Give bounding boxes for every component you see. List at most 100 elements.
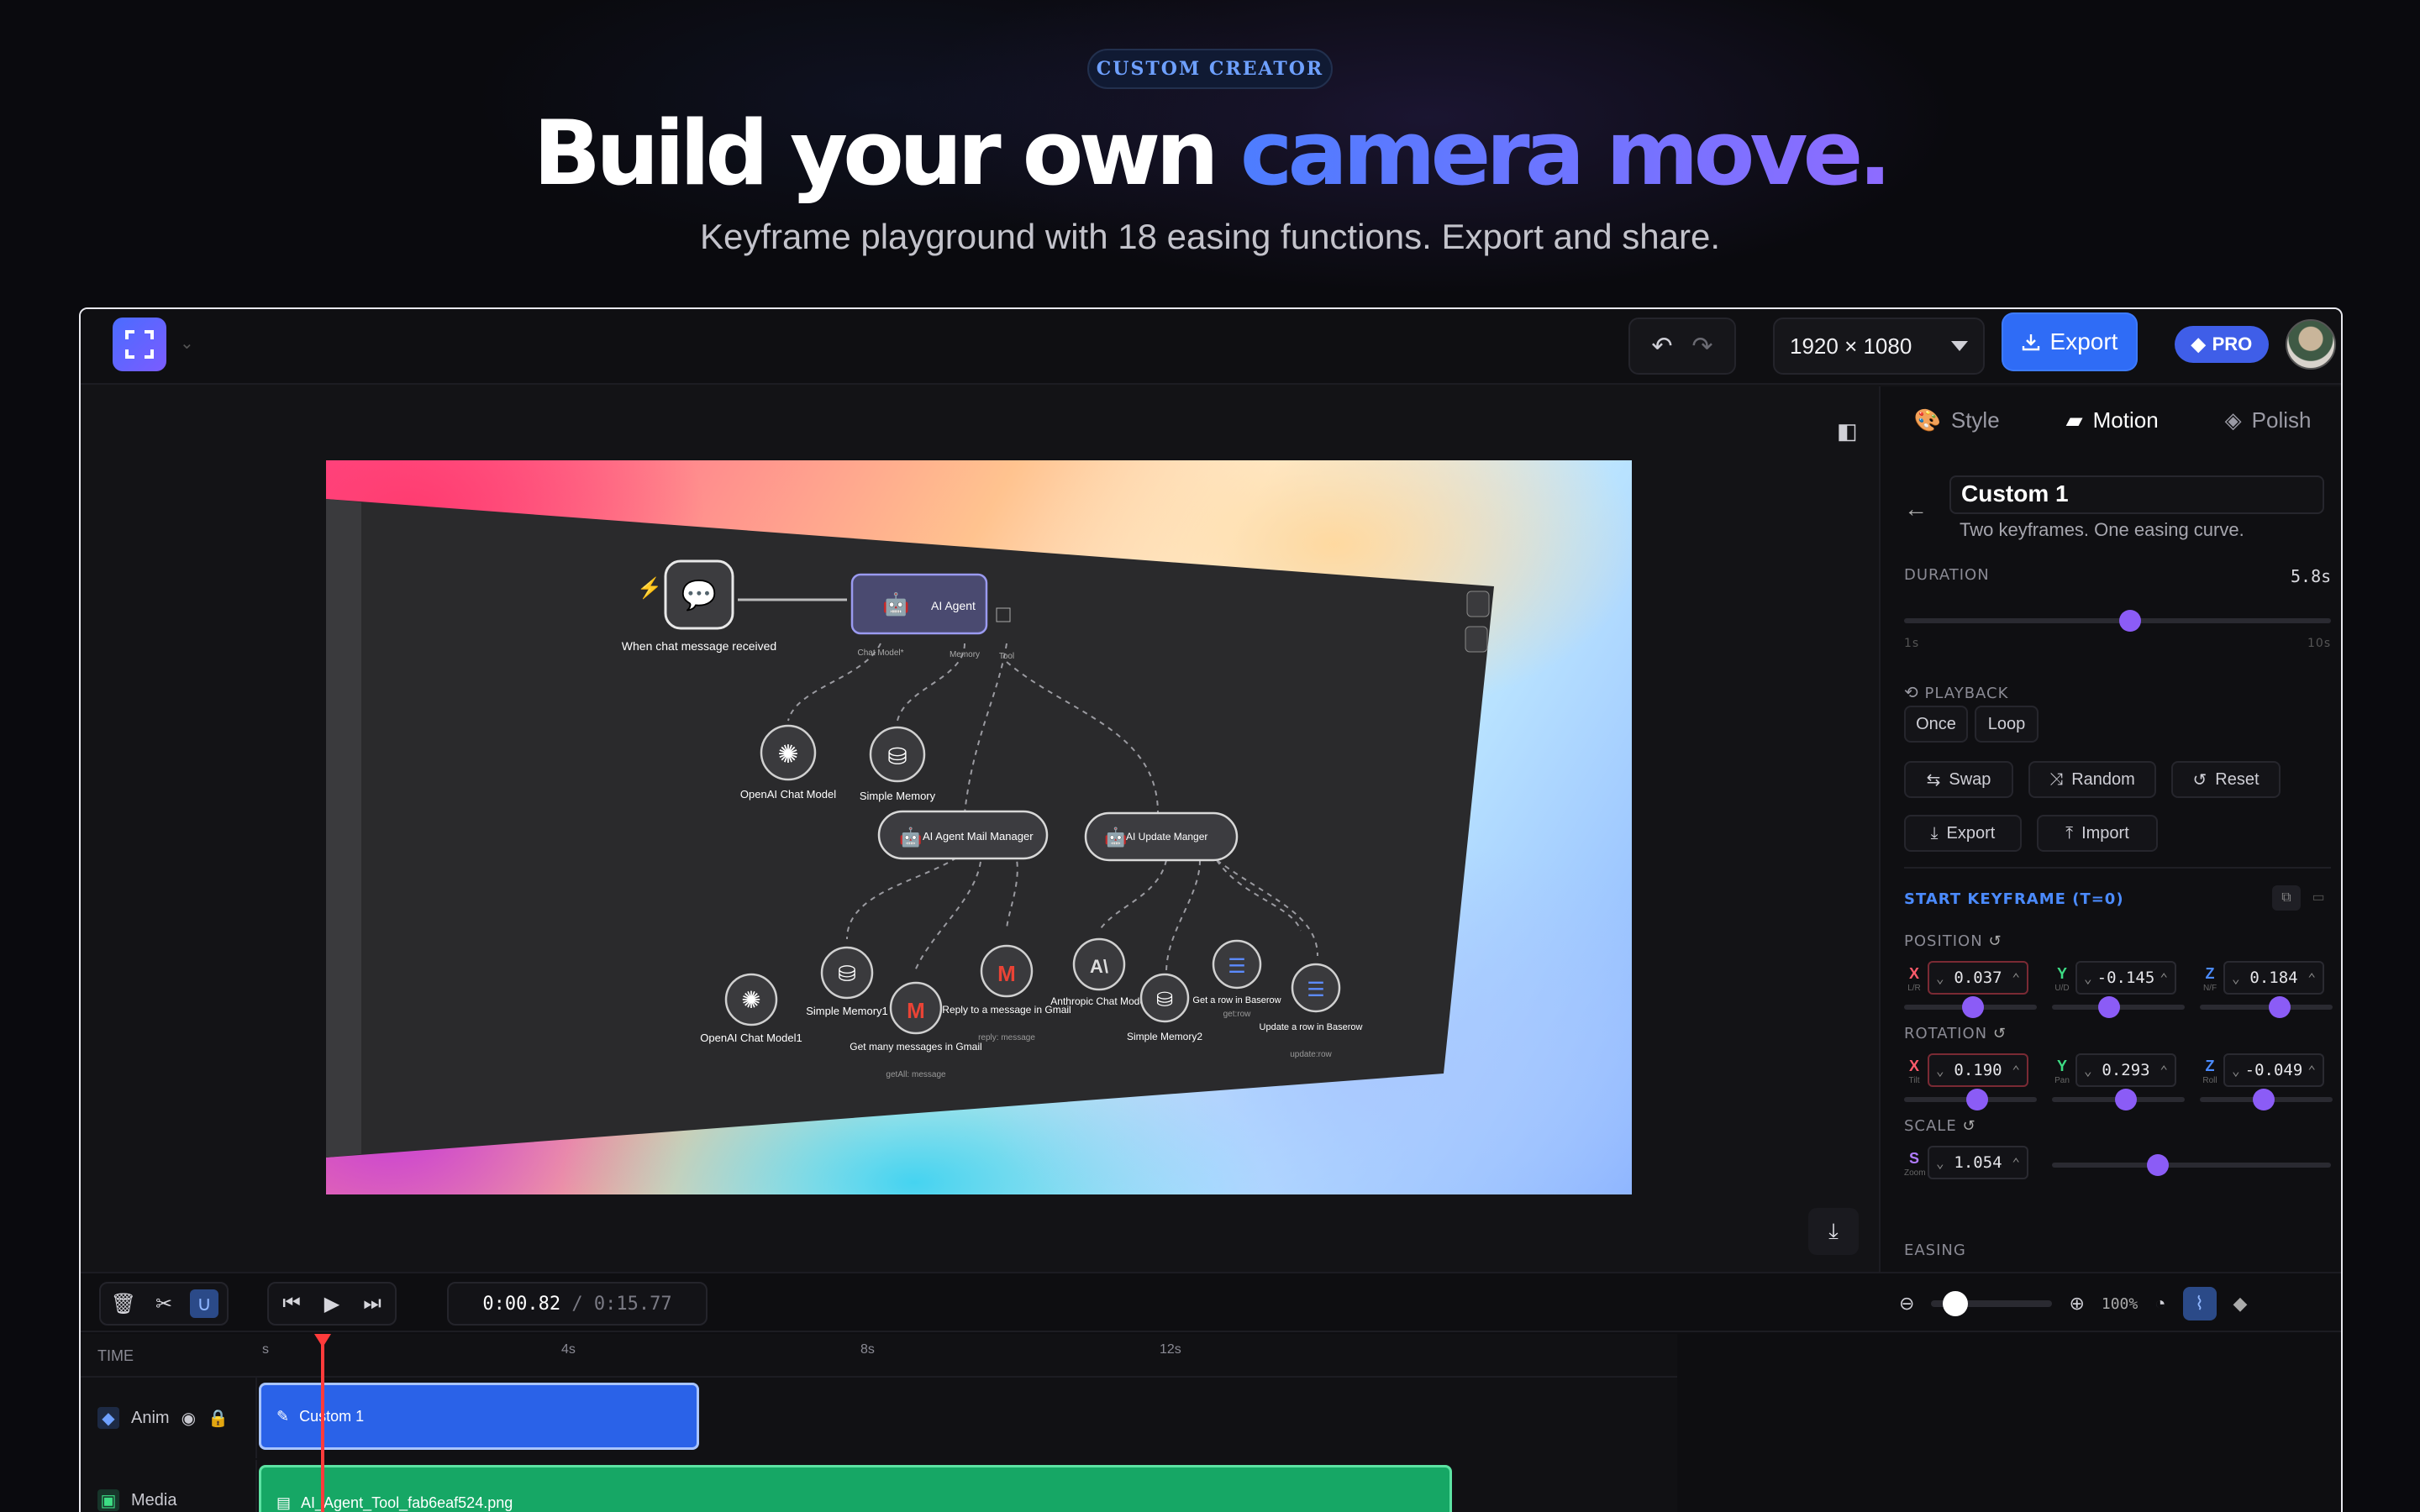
- media-clip[interactable]: ▤ AI_Agent_Tool_fab6eaf524.png: [259, 1465, 1452, 1512]
- download-frame-button[interactable]: ⤓: [1808, 1208, 1859, 1255]
- timeline[interactable]: TIME s 4s 8s 12s ◆ Anim ◉ 🔒 ✎ Custom 1 ▣ Med…: [81, 1334, 1677, 1512]
- rotation-slider-knob-y[interactable]: [2115, 1089, 2138, 1110]
- trash-icon[interactable]: 🗑: [109, 1289, 138, 1318]
- avatar[interactable]: [2286, 319, 2336, 370]
- paste-icon[interactable]: ▭: [2306, 885, 2331, 911]
- zoom-out-icon[interactable]: ⊖: [1899, 1293, 1914, 1315]
- ruler-tick: 4s: [561, 1342, 576, 1357]
- skip-forward-icon[interactable]: ⏭: [358, 1289, 387, 1318]
- app-logo[interactable]: [113, 318, 166, 371]
- playback-loop-button[interactable]: Loop: [1975, 706, 2039, 743]
- position-slider-y[interactable]: [2052, 996, 2185, 1018]
- zoom-slider[interactable]: [1931, 1291, 2053, 1316]
- increment-icon[interactable]: ⌃: [2307, 970, 2316, 986]
- position-slider-x[interactable]: [1904, 996, 2037, 1018]
- random-button[interactable]: ⤨ Random: [2028, 761, 2156, 798]
- rotation-slider-z[interactable]: [2200, 1089, 2333, 1110]
- rotation-input-y[interactable]: ⌄ 0.293 ⌃: [2075, 1053, 2176, 1087]
- rotation-input-z[interactable]: ⌄ -0.049 ⌃: [2223, 1053, 2324, 1087]
- tab-motion[interactable]: ▰ Motion: [2066, 407, 2159, 433]
- magnet-icon[interactable]: ∪: [190, 1289, 218, 1318]
- logo-menu-chevron-icon[interactable]: ⌄: [180, 333, 194, 354]
- rotation-slider-knob-z[interactable]: [2252, 1089, 2275, 1110]
- position-value-x: 0.037: [1954, 969, 2002, 987]
- tab-polish[interactable]: ◈ Polish: [2225, 407, 2312, 433]
- increment-icon[interactable]: ⌃: [2160, 1063, 2168, 1079]
- import-button[interactable]: ⤒ Import: [2037, 815, 2158, 852]
- preset-name-input[interactable]: Custom 1: [1949, 475, 2324, 514]
- rotation-slider-y[interactable]: [2052, 1089, 2185, 1110]
- reset-icon[interactable]: ↺: [1988, 932, 2002, 950]
- decrement-icon[interactable]: ⌄: [2232, 1063, 2240, 1079]
- play-icon[interactable]: ▶: [318, 1289, 346, 1318]
- rotation-slider-x[interactable]: [1904, 1089, 2037, 1110]
- resolution-select[interactable]: 1920 × 1080: [1773, 318, 1985, 375]
- track-anim[interactable]: ◆ Anim ◉ 🔒: [81, 1378, 257, 1458]
- duration-slider[interactable]: [1904, 610, 2331, 632]
- curve-editor-icon[interactable]: ⌇: [2182, 1287, 2217, 1320]
- copy-icon[interactable]: ⧉: [2272, 885, 2301, 911]
- shuffle-icon: ⤨: [2049, 769, 2064, 789]
- zoom-in-icon[interactable]: ⊕: [2069, 1293, 2084, 1315]
- undo-icon[interactable]: ↶: [1651, 332, 1672, 361]
- rotation-input-x[interactable]: ⌄ 0.190 ⌃: [1928, 1053, 2028, 1087]
- redo-icon[interactable]: ↷: [1691, 332, 1712, 361]
- zoom-slider-knob[interactable]: [1943, 1291, 1969, 1316]
- reset-button[interactable]: ↺ Reset: [2171, 761, 2281, 798]
- increment-icon[interactable]: ⌃: [2012, 970, 2020, 986]
- reset-icon[interactable]: ↺: [1993, 1025, 2007, 1042]
- speedometer-icon[interactable]: ◔: [2154, 1293, 2165, 1315]
- export-button[interactable]: Export: [2003, 314, 2136, 370]
- panel-tabs: 🎨 Style ▰ Motion ◈ Polish: [1881, 386, 2341, 454]
- rotation-axis-y: Y Pan: [2054, 1058, 2070, 1085]
- position-slider-knob-z[interactable]: [2268, 996, 2291, 1018]
- decrement-icon[interactable]: ⌄: [1936, 1063, 1944, 1079]
- decrement-icon[interactable]: ⌄: [2084, 970, 2092, 986]
- back-arrow-icon[interactable]: ←: [1904, 496, 1928, 522]
- track-media[interactable]: ▣ Media: [81, 1460, 257, 1512]
- anim-clip[interactable]: ✎ Custom 1: [259, 1383, 699, 1450]
- sidebar-toggle-icon[interactable]: ◧: [1837, 418, 1858, 444]
- increment-icon[interactable]: ⌃: [2307, 1063, 2316, 1079]
- position-input-z[interactable]: ⌄ 0.184 ⌃: [2223, 961, 2324, 995]
- skip-back-icon[interactable]: ⏮: [277, 1289, 306, 1318]
- decrement-icon[interactable]: ⌄: [1936, 970, 1944, 986]
- decrement-icon[interactable]: ⌄: [2084, 1063, 2092, 1079]
- node-baserow-get-sub: get:row: [1223, 1010, 1252, 1019]
- increment-icon[interactable]: ⌃: [2012, 1155, 2020, 1171]
- swap-button[interactable]: ⇆ Swap: [1904, 761, 2013, 798]
- reset-icon[interactable]: ↺: [1962, 1117, 1975, 1135]
- node-openai1-label: OpenAI Chat Model1: [700, 1032, 802, 1044]
- lock-icon[interactable]: 🔒: [208, 1408, 229, 1429]
- duration-slider-knob[interactable]: [2119, 610, 2142, 632]
- playhead[interactable]: [321, 1334, 324, 1512]
- tab-polish-label: Polish: [2251, 407, 2312, 433]
- position-slider-knob-y[interactable]: [2097, 996, 2120, 1018]
- decrement-icon[interactable]: ⌄: [1936, 1155, 1944, 1171]
- position-input-x[interactable]: ⌄ 0.037 ⌃: [1928, 961, 2028, 995]
- position-slider-z[interactable]: [2200, 996, 2333, 1018]
- scale-slider[interactable]: [2052, 1154, 2331, 1176]
- playback-once-button[interactable]: Once: [1904, 706, 1968, 743]
- time-header: TIME: [97, 1347, 134, 1364]
- decrement-icon[interactable]: ⌄: [2232, 970, 2240, 986]
- scale-slider-knob[interactable]: [2147, 1154, 2170, 1176]
- increment-icon[interactable]: ⌃: [2160, 970, 2168, 986]
- position-slider-knob-x[interactable]: [1962, 996, 1985, 1018]
- tab-style[interactable]: 🎨 Style: [1913, 407, 1999, 433]
- node-openai-label: OpenAI Chat Model: [740, 788, 836, 801]
- download-icon: ⤓: [1828, 1218, 1839, 1243]
- top-bar: ⌄ ↶ ↷ 1920 × 1080 Export ◆ PRO: [81, 309, 2341, 385]
- pencil-icon: ✎: [276, 1407, 290, 1425]
- rotation-slider-knob-x[interactable]: [1965, 1089, 1988, 1110]
- scale-input[interactable]: ⌄ 1.054 ⌃: [1928, 1146, 2028, 1179]
- playhead-handle[interactable]: [314, 1334, 331, 1347]
- eye-icon[interactable]: ◉: [182, 1408, 196, 1429]
- preview-canvas[interactable]: 💬 ⚡ When chat message received 🤖 AI Agen…: [326, 460, 1632, 1194]
- keyframe-diamond-icon[interactable]: ◆: [2233, 1293, 2248, 1315]
- increment-icon[interactable]: ⌃: [2012, 1063, 2020, 1079]
- pro-badge[interactable]: ◆ PRO: [2175, 326, 2269, 363]
- position-input-y[interactable]: ⌄ -0.145 ⌃: [2075, 961, 2176, 995]
- scissors-icon[interactable]: ✂: [150, 1289, 178, 1318]
- export-keyframes-button[interactable]: ⤓ Export: [1904, 815, 2022, 852]
